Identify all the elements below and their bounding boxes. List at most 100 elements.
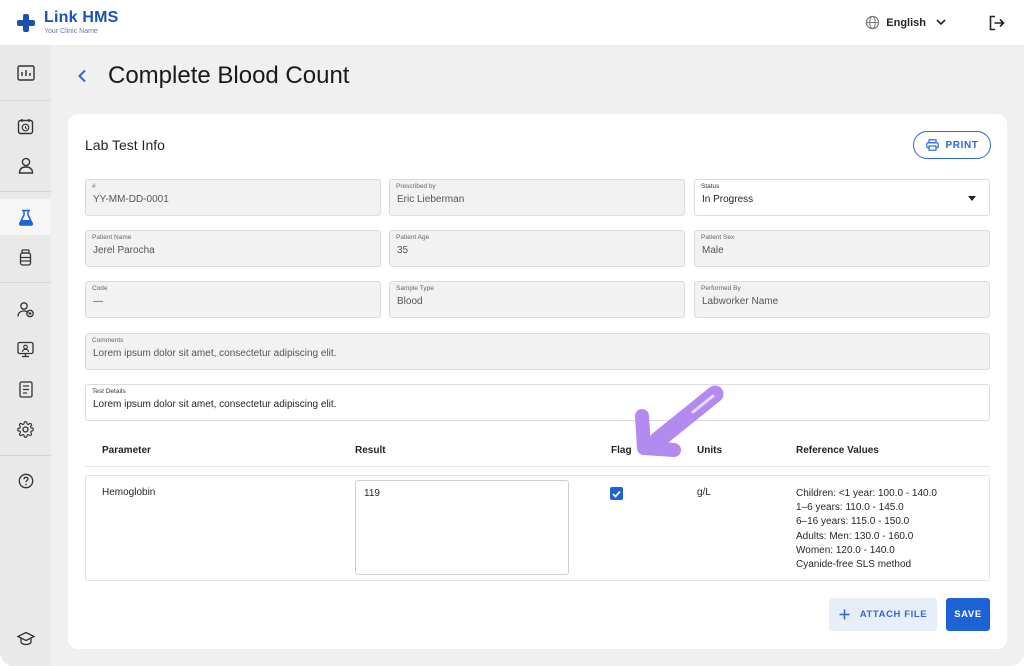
save-label: SAVE	[954, 609, 982, 620]
sample-type-field[interactable]: Sample Type Blood	[389, 281, 685, 318]
checkmark-icon	[612, 490, 621, 498]
settings-icon	[17, 420, 34, 438]
test-details-field[interactable]: Test Details Lorem ipsum dolor sit amet,…	[85, 384, 990, 421]
sidebar-item-help[interactable]	[0, 463, 51, 499]
flag-checkbox[interactable]	[610, 487, 623, 500]
column-header-reference: Reference Values	[796, 445, 879, 456]
page-title: Complete Blood Count	[108, 62, 350, 89]
lab-test-card: Lab Test Info PRINT # YY-MM-DD-0001 Pres…	[68, 114, 1007, 649]
monitor-icon	[17, 341, 34, 357]
column-header-units: Units	[697, 445, 722, 456]
column-header-flag: Flag	[611, 445, 632, 456]
print-button[interactable]: PRINT	[913, 131, 991, 159]
sample-type-label: Sample Type	[396, 285, 434, 292]
appointment-clock-icon	[17, 118, 34, 134]
parameter-cell: Hemoglobin	[102, 487, 156, 498]
patient-age-value: 35	[397, 245, 409, 256]
user-icon	[18, 157, 33, 174]
report-icon	[18, 380, 33, 398]
sample-type-value: Blood	[397, 296, 423, 307]
caret-down-icon	[968, 196, 976, 201]
performed-by-field[interactable]: Performed By Labworker Name	[694, 281, 990, 318]
sidebar	[0, 45, 51, 666]
sidebar-item-dashboard[interactable]	[0, 55, 51, 91]
dashboard-icon	[16, 65, 35, 81]
units-cell: g/L	[697, 487, 711, 498]
status-select[interactable]: Status In Progress	[694, 179, 990, 216]
test-details-label: Test Details	[92, 388, 126, 395]
code-label: Code	[92, 285, 108, 292]
attach-file-button[interactable]: ATTACH FILE	[829, 598, 937, 631]
app-window: Link HMS Your Clinic Name English Comple…	[0, 0, 1024, 666]
prescribed-by-label: Prescribed by	[396, 183, 436, 190]
reference-values-cell: Children: <1 year: 100.0 - 140.0 1–6 yea…	[796, 487, 937, 572]
reference-line: Cyanide-free SLS method	[796, 559, 912, 571]
patient-sex-value: Male	[702, 245, 724, 256]
logout-button[interactable]	[988, 14, 1006, 32]
sidebar-item-settings[interactable]	[0, 411, 51, 447]
patient-sex-field[interactable]: Patient Sex Male	[694, 230, 990, 267]
lab-flask-icon	[18, 209, 33, 226]
sidebar-item-training[interactable]	[0, 620, 51, 656]
language-selector[interactable]: English	[865, 15, 952, 30]
globe-icon	[866, 15, 880, 30]
sidebar-item-appointments[interactable]	[0, 108, 51, 144]
reference-line: Adults: Men: 130.0 - 160.0	[796, 530, 914, 542]
sidebar-item-patients[interactable]	[0, 147, 51, 183]
performed-by-label: Performed By	[701, 285, 741, 292]
sidebar-item-pharmacy[interactable]	[0, 239, 51, 275]
sidebar-item-lab[interactable]	[0, 199, 51, 235]
attach-file-label: ATTACH FILE	[859, 609, 928, 620]
result-value: 119	[364, 488, 380, 499]
code-value: —	[93, 296, 103, 307]
page-header: Complete Blood Count	[72, 62, 349, 90]
back-button[interactable]	[72, 66, 92, 86]
logout-icon	[989, 15, 1005, 30]
graduation-cap-icon	[16, 631, 35, 645]
chevron-left-icon	[78, 69, 86, 83]
sidebar-item-monitor[interactable]	[0, 331, 51, 367]
column-header-result: Result	[355, 445, 386, 456]
status-value: In Progress	[702, 194, 754, 205]
prescribed-by-value: Eric Lieberman	[397, 194, 465, 205]
top-bar: Link HMS Your Clinic Name English	[0, 0, 1024, 45]
save-button[interactable]: SAVE	[946, 598, 990, 631]
patient-name-value: Jerel Parocha	[93, 245, 155, 256]
prescribed-by-field[interactable]: Prescribed by Eric Lieberman	[389, 179, 685, 216]
logo-cross-icon	[16, 13, 36, 33]
test-details-value: Lorem ipsum dolor sit amet, consectetur …	[93, 399, 337, 410]
code-field[interactable]: Code —	[85, 281, 381, 318]
clinic-name: Your Clinic Name	[44, 28, 98, 35]
id-field[interactable]: # YY-MM-DD-0001	[85, 179, 381, 216]
patient-name-field[interactable]: Patient Name Jerel Parocha	[85, 230, 381, 267]
chevron-down-icon	[936, 19, 946, 26]
reference-line: 1–6 years: 110.0 - 145.0	[796, 502, 904, 514]
result-input[interactable]: 119	[355, 480, 569, 575]
help-icon	[18, 473, 33, 489]
status-label: Status	[701, 183, 720, 190]
patient-name-label: Patient Name	[92, 234, 132, 241]
print-label: PRINT	[945, 139, 979, 151]
app-name: Link HMS	[44, 9, 119, 26]
staff-group-icon	[16, 301, 34, 317]
comments-field[interactable]: Comments Lorem ipsum dolor sit amet, con…	[85, 333, 990, 370]
reference-line: Women: 120.0 - 140.0	[796, 544, 895, 556]
plus-icon	[839, 609, 850, 620]
medicine-bottle-icon	[19, 248, 32, 266]
reference-line: Children: <1 year: 100.0 - 140.0	[796, 488, 937, 499]
performed-by-value: Labworker Name	[702, 296, 779, 307]
column-header-parameter: Parameter	[102, 445, 151, 456]
app-logo[interactable]: Link HMS Your Clinic Name	[16, 10, 119, 35]
comments-label: Comments	[92, 337, 124, 344]
id-label: #	[92, 183, 96, 190]
sidebar-item-reports[interactable]	[0, 371, 51, 407]
patient-age-label: Patient Age	[396, 234, 430, 241]
card-title: Lab Test Info	[85, 137, 165, 153]
sidebar-item-staff[interactable]	[0, 291, 51, 327]
patient-sex-label: Patient Sex	[701, 234, 735, 241]
patient-age-field[interactable]: Patient Age 35	[389, 230, 685, 267]
printer-icon	[925, 139, 939, 151]
id-value: YY-MM-DD-0001	[93, 194, 169, 205]
table-header-divider	[85, 466, 990, 467]
reference-line: 6–16 years: 115.0 - 150.0	[796, 516, 910, 528]
